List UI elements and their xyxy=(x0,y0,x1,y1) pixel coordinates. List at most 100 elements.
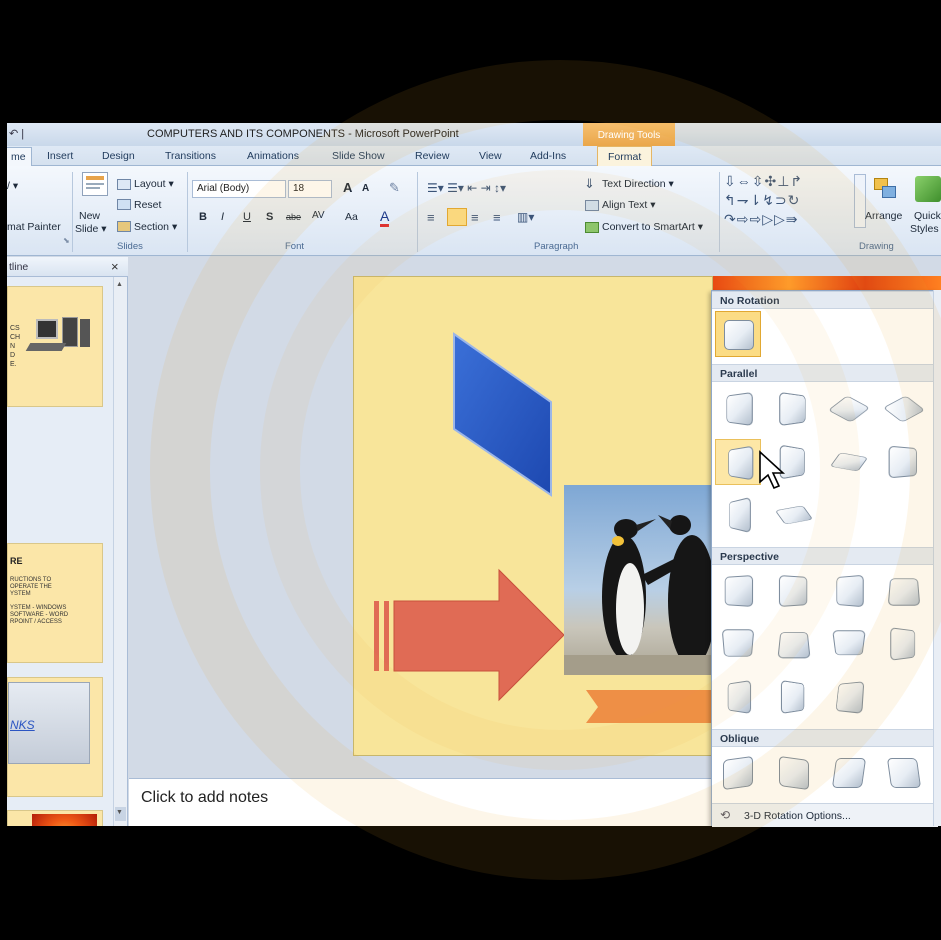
dialog-launcher-icon[interactable]: ⬊ xyxy=(63,236,70,245)
columns-icon[interactable]: ▥▾ xyxy=(517,210,534,224)
perspective-option-5[interactable] xyxy=(715,621,761,667)
perspective-option-11[interactable] xyxy=(826,674,872,720)
change-case-button[interactable]: Aa xyxy=(345,211,358,223)
perspective-option-1[interactable] xyxy=(715,568,761,614)
convert-to-smartart-button[interactable]: Convert to SmartArt ▾ xyxy=(602,221,703,233)
blue-parallelogram[interactable] xyxy=(453,332,552,497)
font-name-box[interactable]: Arial (Body) xyxy=(192,180,286,198)
tab-slide-show[interactable]: Slide Show xyxy=(332,150,385,162)
align-right-icon[interactable]: ≡ xyxy=(471,210,479,225)
shadow-button[interactable]: S xyxy=(266,211,273,223)
notes-placeholder: Click to add notes xyxy=(141,789,269,806)
reset-button[interactable]: Reset xyxy=(134,199,161,211)
notes-pane[interactable]: Click to add notes xyxy=(129,778,719,826)
underline-button[interactable]: U xyxy=(243,211,251,223)
clear-formatting-icon[interactable]: ✎ xyxy=(389,180,400,196)
align-text-button[interactable]: Align Text ▾ xyxy=(602,199,656,211)
oblique-option-4[interactable] xyxy=(881,750,927,796)
text-direction-icon: ⇓ xyxy=(584,176,595,191)
red-arrow[interactable] xyxy=(393,568,565,702)
slide-thumbnail-3[interactable]: NKS xyxy=(7,677,103,797)
smartart-icon xyxy=(585,222,599,233)
section-oblique: Oblique xyxy=(712,729,938,747)
thumb2-title: RE xyxy=(10,556,23,566)
slide-thumbnail-4[interactable] xyxy=(7,810,103,826)
tab-animations[interactable]: Animations xyxy=(247,150,299,162)
parallel-option-1[interactable] xyxy=(715,386,761,432)
tab-add-ins[interactable]: Add-Ins xyxy=(530,150,566,162)
shrink-font-button[interactable]: A xyxy=(362,183,369,194)
quick-access-toolbar[interactable]: ↶ | xyxy=(9,127,24,140)
shapes-gallery[interactable]: ⇩⇔⇳✣⊥↱ ↰⇁⇂↯⊃↻ ↷⇨⇨▷▷⇛ xyxy=(724,172,852,230)
outline-tab[interactable]: tline xyxy=(9,261,28,273)
tab-format[interactable]: Format xyxy=(597,146,653,166)
tab-insert[interactable]: Insert xyxy=(47,150,73,162)
font-size-box[interactable]: 18 xyxy=(288,180,332,198)
new-slide-label-2[interactable]: Slide ▾ xyxy=(75,223,107,235)
bold-button[interactable]: B xyxy=(199,211,207,223)
perspective-option-3[interactable] xyxy=(826,568,872,614)
quick-styles-label-1[interactable]: Quick xyxy=(914,210,941,222)
quick-styles-label-2[interactable]: Styles xyxy=(910,223,939,235)
parallel-option-8[interactable] xyxy=(881,439,927,485)
justify-icon[interactable]: ≡ xyxy=(493,210,501,225)
rotation-none-option[interactable] xyxy=(715,311,761,357)
slide-thumbnail-1[interactable]: CS CH N D E. xyxy=(7,286,103,407)
italic-button[interactable]: I xyxy=(221,211,224,223)
perspective-option-7[interactable] xyxy=(826,621,872,667)
oblique-option-3[interactable] xyxy=(826,750,872,796)
3d-rotation-options[interactable]: ⟲ 3-D Rotation Options... xyxy=(712,803,938,827)
format-painter-button[interactable]: mat Painter xyxy=(7,221,61,233)
drawing-tools-contextual-tab: Drawing Tools xyxy=(583,123,675,146)
arrange-icon[interactable] xyxy=(874,178,900,202)
align-center-icon[interactable] xyxy=(447,208,467,226)
tab-home[interactable]: me xyxy=(7,147,32,167)
perspective-option-9[interactable] xyxy=(715,674,761,720)
parallel-option-10[interactable] xyxy=(771,492,817,538)
gallery-scrollbar[interactable] xyxy=(933,290,941,826)
close-panel-icon[interactable]: × xyxy=(111,259,119,274)
parallel-option-5[interactable] xyxy=(715,439,761,485)
panel-scrollbar[interactable]: ▲ ▼ xyxy=(113,277,127,826)
perspective-option-8[interactable] xyxy=(881,621,927,667)
drawing-group-label: Drawing xyxy=(859,241,894,252)
perspective-option-10[interactable] xyxy=(771,674,817,720)
align-left-icon[interactable]: ≡ xyxy=(427,210,435,225)
oblique-option-1[interactable] xyxy=(715,750,761,796)
orange-banner[interactable] xyxy=(586,690,712,723)
oblique-option-2[interactable] xyxy=(771,750,817,796)
parallel-option-4[interactable] xyxy=(881,386,927,432)
thumb3-link: NKS xyxy=(10,718,35,732)
section-button[interactable]: Section ▾ xyxy=(134,221,177,233)
grow-font-button[interactable]: A xyxy=(343,180,352,195)
current-slide[interactable] xyxy=(353,276,714,756)
parallel-option-6[interactable] xyxy=(771,439,817,485)
parallel-option-3[interactable] xyxy=(826,386,872,432)
strikethrough-button[interactable]: abe xyxy=(286,212,301,222)
layout-button[interactable]: Layout ▾ xyxy=(134,178,174,190)
slide-thumbnail-2[interactable]: RE RUCTIONS TO OPERATE THE YSTEM YSTEM -… xyxy=(7,543,103,663)
text-direction-button[interactable]: Text Direction ▾ xyxy=(602,178,674,190)
perspective-option-6[interactable] xyxy=(771,621,817,667)
bullets-icon[interactable]: ☰▾ ☰▾ ⇤ ⇥ ↕▾ xyxy=(427,181,506,195)
new-slide-icon[interactable] xyxy=(82,172,108,196)
perspective-option-2[interactable] xyxy=(771,568,817,614)
tab-review[interactable]: Review xyxy=(415,150,449,162)
new-slide-label-1[interactable]: New xyxy=(79,210,100,222)
copy-dropdown[interactable]: / ▾ xyxy=(7,180,18,192)
tab-transitions[interactable]: Transitions xyxy=(165,150,216,162)
font-color-button[interactable]: A xyxy=(380,208,390,227)
parallel-option-9[interactable] xyxy=(715,492,761,538)
quick-styles-icon[interactable] xyxy=(915,176,941,202)
parallel-option-7[interactable] xyxy=(826,439,872,485)
thumb1-line-5: E. xyxy=(10,361,17,368)
arrow-stripe-2 xyxy=(384,601,389,671)
thumb2-line-2: OPERATE THE xyxy=(10,584,52,590)
tab-design[interactable]: Design xyxy=(102,150,135,162)
parallel-option-2[interactable] xyxy=(771,386,817,432)
penguins-photo[interactable] xyxy=(564,485,714,675)
arrange-button[interactable]: Arrange xyxy=(865,210,902,222)
perspective-option-4[interactable] xyxy=(881,568,927,614)
character-spacing-button[interactable]: AV xyxy=(312,210,325,221)
tab-view[interactable]: View xyxy=(479,150,502,162)
